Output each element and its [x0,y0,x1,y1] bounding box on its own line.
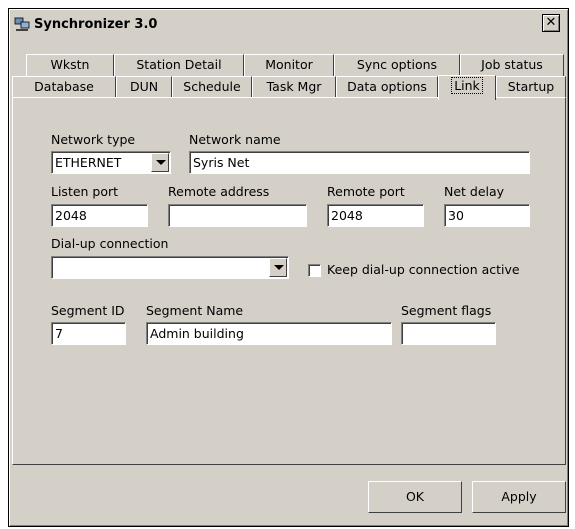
tab-task-mgr[interactable]: Task Mgr [252,76,336,98]
segment-name-input[interactable]: Admin building [146,322,392,345]
segment-flags-input[interactable] [401,322,496,345]
listen-port-input[interactable]: 2048 [51,204,148,227]
remote-address-input[interactable] [168,204,307,227]
segment-flags-label: Segment flags [401,303,492,318]
chevron-down-icon[interactable] [269,258,287,277]
segment-id-label: Segment ID [51,303,125,318]
network-type-select[interactable]: ETHERNET [51,151,171,174]
remote-address-label: Remote address [168,184,270,199]
keep-dialup-label: Keep dial-up connection active [327,262,520,277]
tab-startup[interactable]: Startup [496,76,566,98]
net-delay-input[interactable]: 30 [444,204,530,227]
apply-button[interactable]: Apply [472,481,566,513]
tab-wkstn[interactable]: Wkstn [26,54,114,76]
tab-link[interactable]: Link [438,75,496,100]
keep-dialup-checkbox[interactable] [308,264,321,277]
segment-id-input[interactable]: 7 [51,322,126,345]
dialup-connection-label: Dial-up connection [51,236,169,251]
network-type-label: Network type [51,132,136,147]
tab-schedule[interactable]: Schedule [172,76,252,98]
dialup-connection-select[interactable] [51,256,289,279]
tab-data-options[interactable]: Data options [336,76,438,98]
window-title: Synchronizer 3.0 [34,17,158,32]
tab-job-status[interactable]: Job status [460,54,564,76]
tab-dun[interactable]: DUN [116,76,172,98]
tab-station-detail[interactable]: Station Detail [114,54,244,76]
tab-sync-options[interactable]: Sync options [334,54,460,76]
tab-database[interactable]: Database [12,76,116,98]
tab-monitor[interactable]: Monitor [244,54,334,76]
ok-button[interactable]: OK [368,481,462,513]
remote-port-label: Remote port [327,184,405,199]
net-delay-label: Net delay [444,184,505,199]
chevron-down-icon[interactable] [151,153,169,172]
network-computers-icon [14,17,30,31]
segment-name-label: Segment Name [146,303,244,318]
network-name-input[interactable]: Syris Net [189,151,530,174]
close-button[interactable]: ✕ [542,14,560,32]
remote-port-input[interactable]: 2048 [327,204,424,227]
listen-port-label: Listen port [51,184,119,199]
close-icon: ✕ [545,15,557,30]
network-name-label: Network name [189,132,281,147]
